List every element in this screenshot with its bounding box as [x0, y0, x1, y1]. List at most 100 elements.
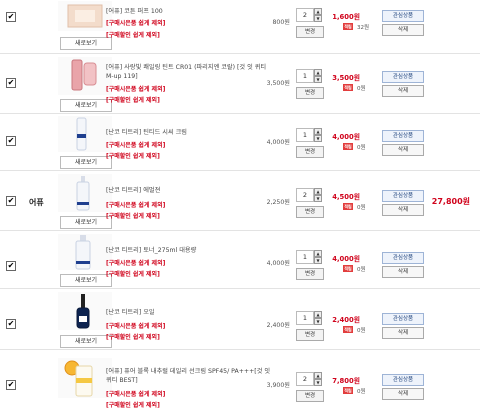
- quantity-spinner[interactable]: ▲ ▼: [314, 8, 322, 22]
- coupon-discount-note: [구매할인 쉽게 제외]: [106, 334, 160, 341]
- quantity-spinner[interactable]: ▲ ▼: [314, 372, 322, 386]
- line-total: 4,000원: [332, 255, 360, 263]
- quantity-spinner[interactable]: ▲ ▼: [314, 128, 322, 142]
- spin-down-icon[interactable]: ▼: [314, 15, 322, 22]
- quantity-input[interactable]: 2: [296, 188, 314, 202]
- spin-down-icon[interactable]: ▼: [314, 379, 322, 386]
- change-qty-button[interactable]: 변경: [296, 390, 324, 402]
- product-thumbnail[interactable]: [58, 234, 112, 270]
- change-qty-button[interactable]: 변경: [296, 206, 324, 218]
- spin-down-icon[interactable]: ▼: [314, 195, 322, 202]
- delete-button[interactable]: 삭제: [382, 266, 424, 278]
- spin-up-icon[interactable]: ▲: [314, 128, 322, 135]
- quantity-input[interactable]: 1: [296, 311, 314, 325]
- oil-image: [76, 294, 90, 329]
- quantity-spinner[interactable]: ▲ ▼: [314, 311, 322, 325]
- wishlist-button[interactable]: 관심상품: [382, 374, 424, 386]
- spin-up-icon[interactable]: ▲: [314, 250, 322, 257]
- product-thumbnail[interactable]: [58, 57, 112, 95]
- product-name[interactable]: [어퓨] 사랑빛 쾌일링 틴트 CR01 (파리지엔 코랄) [것 잇 퀴티 M…: [106, 63, 271, 81]
- delete-button[interactable]: 삭제: [382, 24, 424, 36]
- spin-up-icon[interactable]: ▲: [314, 372, 322, 379]
- wishlist-button[interactable]: 관심상품: [382, 313, 424, 325]
- view-button[interactable]: 새로보기: [60, 99, 112, 112]
- cart-row: ✔ [어퓨] 퓨어 블록 내추럴 데일리 선크림 SPF45/ PA+++[것 …: [0, 350, 480, 414]
- delete-button[interactable]: 삭제: [382, 327, 424, 339]
- unit-price: 2,250원: [266, 199, 290, 206]
- coupon-gift-note: [구매시은품 쉽게 제외]: [106, 86, 166, 93]
- coupon-gift-note: [구매시은품 쉽게 제외]: [106, 202, 166, 209]
- cart-row: ✔ 새로보기 [어퓨] 코튼 퍼프 100 [구매시은품 쉽게 제외] [구매할…: [0, 0, 480, 54]
- quantity-spinner[interactable]: ▲ ▼: [314, 188, 322, 202]
- spin-up-icon[interactable]: ▲: [314, 69, 322, 76]
- row-checkbox[interactable]: ✔: [6, 78, 16, 88]
- product-name[interactable]: [난코 티트리] 오일: [106, 308, 271, 317]
- quantity-input[interactable]: 1: [296, 128, 314, 142]
- quantity-input[interactable]: 2: [296, 372, 314, 386]
- sun-cream-image: [64, 360, 93, 397]
- delete-button[interactable]: 삭제: [382, 388, 424, 400]
- coupon-gift-note: [구매시은품 쉽게 제외]: [106, 20, 166, 27]
- row-checkbox[interactable]: ✔: [6, 12, 16, 22]
- quantity-input[interactable]: 2: [296, 8, 314, 22]
- wishlist-button[interactable]: 관심상품: [382, 130, 424, 142]
- points-badge: 적립: [343, 387, 353, 394]
- points-badge: 적립: [343, 326, 353, 333]
- quantity-input[interactable]: 1: [296, 69, 314, 83]
- spin-down-icon[interactable]: ▼: [314, 318, 322, 325]
- unit-price: 4,000원: [266, 260, 290, 267]
- product-thumbnail[interactable]: [58, 292, 112, 330]
- row-checkbox[interactable]: ✔: [6, 380, 16, 390]
- product-name[interactable]: [난코 티트리] 에멀젼: [106, 186, 271, 195]
- wishlist-button[interactable]: 관심상품: [382, 10, 424, 22]
- change-qty-button[interactable]: 변경: [296, 87, 324, 99]
- delete-button[interactable]: 삭제: [382, 204, 424, 216]
- quantity-spinner[interactable]: ▲ ▼: [314, 69, 322, 83]
- product-name[interactable]: [난코 티트리] 틴티드 시씨 크림: [106, 128, 271, 137]
- line-total: 1,600원: [332, 13, 360, 21]
- product-name[interactable]: [난코 티트리] 토너_275ml 대용량: [106, 246, 271, 255]
- wishlist-button[interactable]: 관심상품: [382, 190, 424, 202]
- wishlist-button[interactable]: 관심상품: [382, 71, 424, 83]
- cart-row: ✔ 새로보기 [난코 티트리] 토너_275ml 대용량 [구매시은품 쉽게 제…: [0, 231, 480, 289]
- change-qty-button[interactable]: 변경: [296, 146, 324, 158]
- delete-button[interactable]: 삭제: [382, 85, 424, 97]
- product-thumbnail[interactable]: [58, 116, 112, 152]
- spin-up-icon[interactable]: ▲: [314, 311, 322, 318]
- row-checkbox[interactable]: ✔: [6, 136, 16, 146]
- points-badge: 적립: [343, 84, 353, 91]
- coupon-discount-note: [구매할인 쉽게 제외]: [106, 213, 160, 220]
- points-value: 0원: [357, 86, 366, 92]
- product-name[interactable]: [어퓨] 퓨어 블록 내추럴 데일리 선크림 SPF45/ PA+++[것 잇 …: [106, 367, 271, 385]
- unit-price: 800원: [272, 19, 290, 26]
- quantity-spinner[interactable]: ▲ ▼: [314, 250, 322, 264]
- product-thumbnail[interactable]: [58, 174, 112, 212]
- spin-up-icon[interactable]: ▲: [314, 188, 322, 195]
- delete-button[interactable]: 삭제: [382, 144, 424, 156]
- view-button[interactable]: 새로보기: [60, 335, 112, 348]
- spin-down-icon[interactable]: ▼: [314, 257, 322, 264]
- row-checkbox[interactable]: ✔: [6, 261, 16, 271]
- view-button[interactable]: 새로보기: [60, 156, 112, 169]
- change-qty-button[interactable]: 변경: [296, 329, 324, 341]
- view-button[interactable]: 새로보기: [60, 216, 112, 229]
- wishlist-button[interactable]: 관심상품: [382, 252, 424, 264]
- product-thumbnail[interactable]: [58, 358, 112, 398]
- spin-down-icon[interactable]: ▼: [314, 76, 322, 83]
- spin-down-icon[interactable]: ▼: [314, 135, 322, 142]
- unit-price: 3,500원: [266, 80, 290, 87]
- change-qty-button[interactable]: 변경: [296, 26, 324, 38]
- view-button[interactable]: 새로보기: [60, 274, 112, 287]
- unit-price: 3,900원: [266, 382, 290, 389]
- view-button[interactable]: 새로보기: [60, 37, 112, 50]
- line-total: 4,500원: [332, 193, 360, 201]
- emulsion-image: [76, 176, 90, 211]
- row-checkbox[interactable]: ✔: [6, 196, 16, 206]
- product-thumbnail[interactable]: [58, 1, 112, 31]
- change-qty-button[interactable]: 변경: [296, 268, 324, 280]
- quantity-input[interactable]: 1: [296, 250, 314, 264]
- row-checkbox[interactable]: ✔: [6, 319, 16, 329]
- product-name[interactable]: [어퓨] 코튼 퍼프 100: [106, 7, 271, 16]
- spin-up-icon[interactable]: ▲: [314, 8, 322, 15]
- unit-price: 4,000원: [266, 139, 290, 146]
